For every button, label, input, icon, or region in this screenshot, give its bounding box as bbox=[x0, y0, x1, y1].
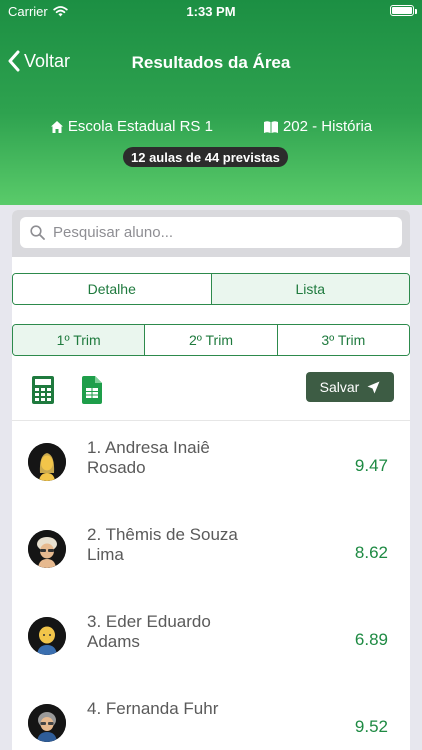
tab-lista[interactable]: Lista bbox=[211, 274, 409, 304]
student-name: 2. Thêmis de Souza Lima bbox=[87, 525, 238, 564]
search-placeholder: Pesquisar aluno... bbox=[53, 224, 174, 241]
student-list: 1. Andresa Inaiê Rosado 9.47 2. Thêmis d… bbox=[12, 420, 410, 750]
student-row[interactable]: 3. Eder Eduardo Adams 6.89 bbox=[12, 595, 410, 682]
search-icon bbox=[30, 225, 45, 240]
student-name: 3. Eder Eduardo Adams bbox=[87, 612, 211, 651]
tab-trim-3[interactable]: 3º Trim bbox=[277, 325, 409, 355]
school-info: Escola Estadual RS 1 bbox=[50, 118, 213, 135]
student-row[interactable]: 2. Thêmis de Souza Lima 8.62 bbox=[12, 508, 410, 595]
home-icon bbox=[50, 120, 63, 133]
student-grade: 6.89 bbox=[354, 630, 388, 649]
page-title: Resultados da Área bbox=[131, 53, 291, 72]
calculator-button[interactable] bbox=[32, 376, 54, 409]
avatar bbox=[28, 443, 66, 481]
toolbar: Salvar bbox=[12, 372, 410, 420]
class-name: 202 - História bbox=[282, 118, 373, 135]
tab-detalhe[interactable]: Detalhe bbox=[13, 274, 212, 304]
search-input[interactable]: Pesquisar aluno... bbox=[20, 217, 402, 248]
spreadsheet-icon bbox=[82, 376, 102, 404]
status-bar: Carrier 1:33 PM bbox=[0, 0, 422, 24]
avatar bbox=[28, 530, 66, 568]
trimester-segmented-control: 1º Trim 2º Trim 3º Trim bbox=[12, 324, 410, 356]
save-button[interactable]: Salvar bbox=[306, 372, 394, 402]
results-card: Pesquisar aluno... Detalhe Lista 1º Trim… bbox=[12, 210, 410, 750]
student-row[interactable]: 1. Andresa Inaiê Rosado 9.47 bbox=[12, 421, 410, 508]
student-name: 4. Fernanda Fuhr bbox=[87, 699, 219, 718]
battery-icon bbox=[390, 5, 417, 16]
book-icon bbox=[263, 120, 278, 133]
spreadsheet-button[interactable] bbox=[82, 376, 102, 409]
student-grade: 9.47 bbox=[354, 456, 388, 475]
search-bar: Pesquisar aluno... bbox=[12, 210, 410, 257]
student-row[interactable]: 4. Fernanda Fuhr 9.52 bbox=[12, 682, 410, 750]
status-time: 1:33 PM bbox=[186, 4, 236, 19]
save-label: Salvar bbox=[319, 379, 360, 395]
tab-trim-1[interactable]: 1º Trim bbox=[13, 325, 146, 355]
class-name-info: 202 - História bbox=[263, 118, 372, 135]
student-name: 1. Andresa Inaiê Rosado bbox=[87, 438, 210, 477]
student-grade: 9.52 bbox=[354, 717, 388, 736]
avatar bbox=[28, 617, 66, 655]
calculator-icon bbox=[32, 376, 54, 404]
header: Carrier 1:33 PM Voltar Resultados da Áre… bbox=[0, 0, 422, 205]
tab-trim-2[interactable]: 2º Trim bbox=[145, 325, 278, 355]
school-name: Escola Estadual RS 1 bbox=[67, 118, 213, 135]
lessons-badge: 12 aulas de 44 previstas bbox=[123, 147, 288, 167]
class-info: Escola Estadual RS 1 202 - História bbox=[0, 118, 422, 135]
send-icon bbox=[367, 381, 380, 393]
avatar bbox=[28, 704, 66, 742]
student-grade: 8.62 bbox=[354, 543, 388, 562]
view-segmented-control: Detalhe Lista bbox=[12, 273, 410, 305]
